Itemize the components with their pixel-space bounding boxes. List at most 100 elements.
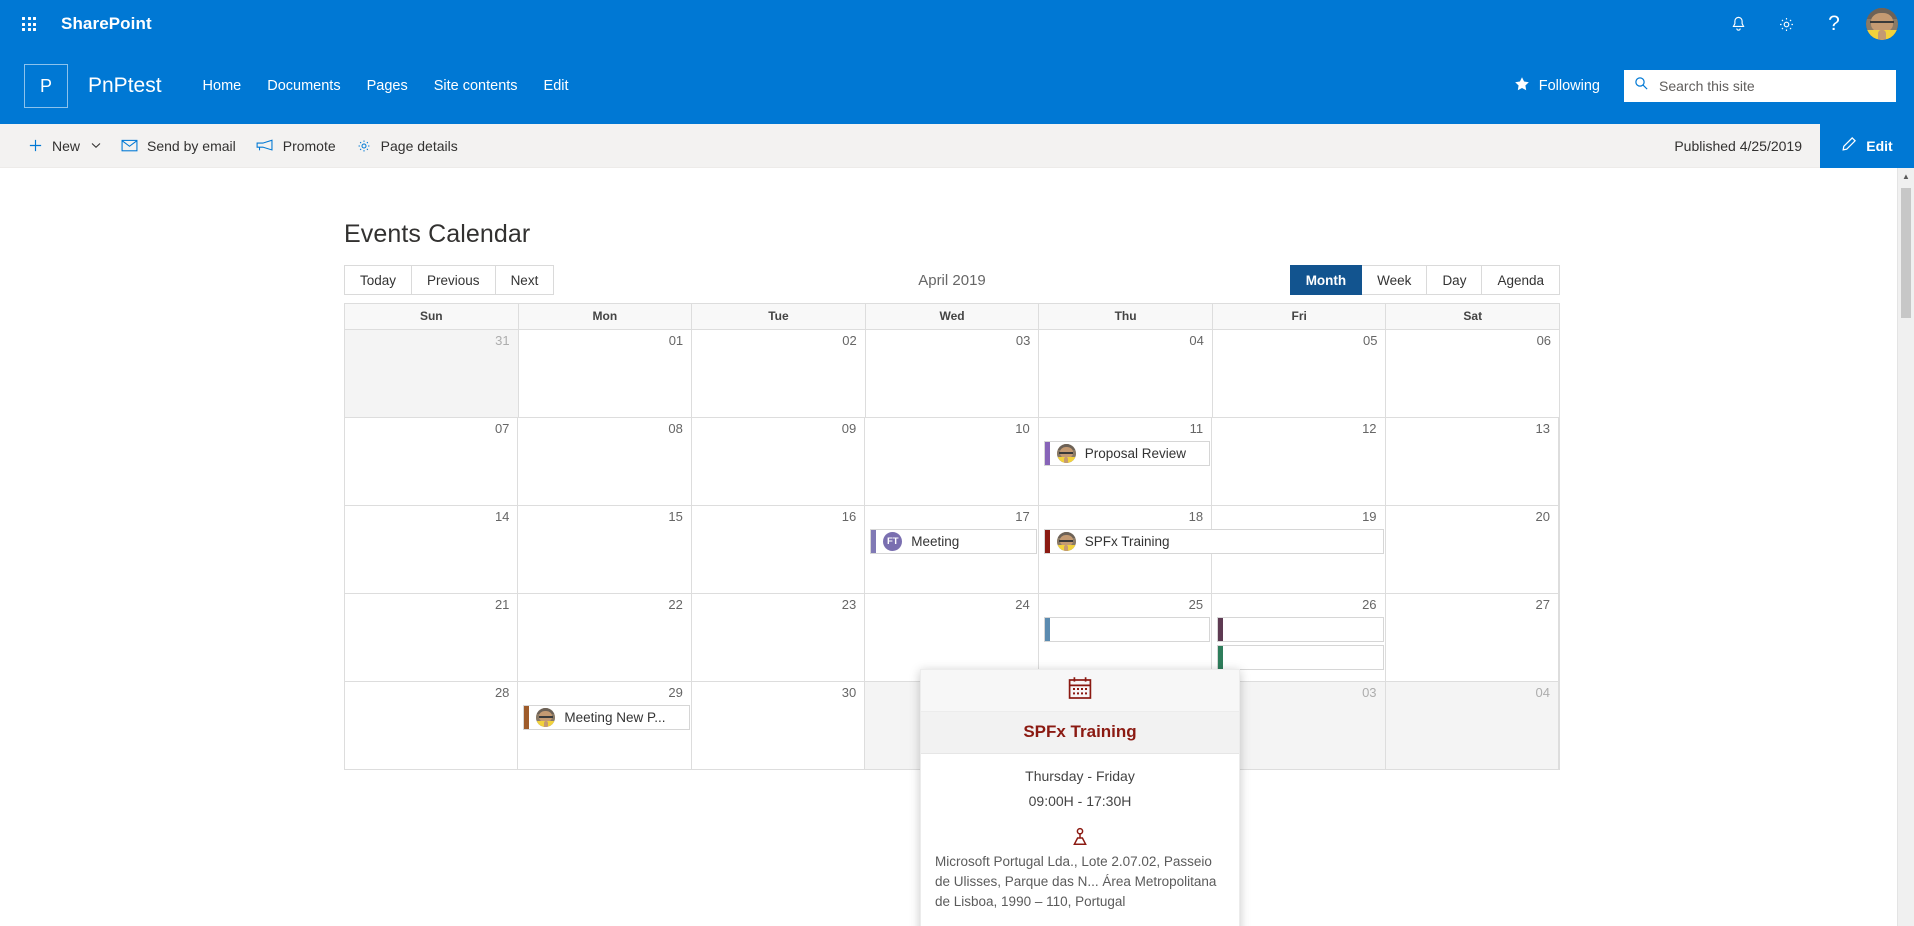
site-title[interactable]: PnPtest — [88, 74, 162, 98]
promote-button[interactable]: Promote — [246, 132, 346, 160]
calendar-day-cell[interactable]: 30 — [691, 682, 866, 770]
calendar-day-number: 17 — [1015, 509, 1030, 524]
calendar-event-blue-event-thu-25[interactable] — [1043, 617, 1211, 642]
suite-bar: SharePoint ? — [0, 0, 1914, 48]
calendar-day-cell[interactable]: 28 — [345, 682, 519, 770]
calendar-day-cell[interactable]: 23 — [691, 594, 866, 682]
search-icon — [1634, 76, 1649, 96]
calendar-event-meeting[interactable]: FT Meeting — [870, 529, 1037, 554]
page-details-label: Page details — [380, 137, 458, 154]
calendar-view-buttons: Month Week Day Agenda — [1289, 265, 1560, 295]
site-nav-item-documents[interactable]: Documents — [254, 70, 353, 102]
calendar-day-cell[interactable]: 16 — [691, 506, 866, 594]
tab-day[interactable]: Day — [1427, 265, 1483, 295]
gear-icon[interactable] — [1762, 0, 1810, 48]
weekday-header-sat: Sat — [1386, 304, 1560, 330]
plus-icon — [28, 138, 43, 153]
calendar-day-number: 04 — [1535, 685, 1550, 700]
calendar-day-number: 26 — [1362, 597, 1377, 612]
send-by-email-label: Send by email — [147, 137, 236, 154]
calendar-day-cell[interactable]: 09 — [691, 418, 866, 506]
calendar-day-cell[interactable]: 13 — [1385, 418, 1559, 506]
calendar-day-number: 30 — [841, 685, 857, 700]
calendar-weekday-header: Sun Mon Tue Wed Thu Fri Sat — [345, 304, 1560, 330]
page-details-button[interactable]: Page details — [346, 132, 468, 160]
bell-icon[interactable] — [1714, 0, 1762, 48]
page-title: Events Calendar — [344, 220, 531, 248]
event-color-accent — [524, 706, 530, 729]
calendar-day-cell[interactable]: 08 — [518, 418, 692, 506]
calendar-event-spfx-training[interactable]: SPFx Training — [1043, 529, 1384, 554]
tab-agenda[interactable]: Agenda — [1482, 265, 1560, 295]
calendar-day-cell[interactable]: 15 — [518, 506, 692, 594]
calendar-toolbar: Today Previous Next April 2019 Month Wee… — [344, 265, 1560, 295]
star-icon — [1514, 76, 1530, 96]
calendar-day-number: 12 — [1362, 421, 1377, 436]
weekday-header-mon: Mon — [518, 304, 693, 330]
event-color-accent — [1044, 530, 1050, 553]
site-logo[interactable]: P — [24, 64, 68, 108]
calendar-day-cell[interactable]: 10 — [865, 418, 1039, 506]
calendar-day-number: 08 — [668, 421, 683, 436]
site-nav-item-site-contents[interactable]: Site contents — [421, 70, 531, 102]
tab-week[interactable]: Week — [1362, 265, 1428, 295]
site-nav-item-pages[interactable]: Pages — [354, 70, 421, 102]
help-question-icon[interactable]: ? — [1810, 0, 1858, 48]
calendar-day-cell[interactable]: 22 — [518, 594, 692, 682]
new-button-label: New — [52, 137, 81, 154]
calendar-day-cell[interactable]: 21 — [345, 594, 519, 682]
help-glyph: ? — [1828, 12, 1840, 35]
calendar-day-number: 24 — [1015, 597, 1030, 612]
calendar-day-cell[interactable]: 27 — [1385, 594, 1559, 682]
calendar-day-cell[interactable]: 20 — [1385, 506, 1559, 594]
command-bar: New Send by email Promote Page details P… — [0, 123, 1914, 168]
site-header: P PnPtest Home Documents Pages Site cont… — [0, 48, 1914, 124]
scroll-up-arrow-icon[interactable]: ▲ — [1898, 168, 1914, 185]
calendar-day-cell[interactable]: 03 — [865, 330, 1040, 418]
suite-brand-sharepoint[interactable]: SharePoint — [61, 14, 152, 34]
search-input[interactable] — [1659, 78, 1886, 94]
send-by-email-button[interactable]: Send by email — [111, 132, 246, 160]
vertical-scrollbar[interactable]: ▲ ▼ — [1897, 168, 1914, 926]
event-details-callout: SPFx Training Thursday - Friday 09:00H -… — [920, 669, 1240, 926]
calendar-day-cell[interactable]: 04 — [1039, 330, 1213, 418]
calendar-week-row: 14 15 16 17 18 19 20 FT Meeting SPFx Training — [345, 506, 1559, 594]
calendar-day-number: 02 — [842, 333, 857, 348]
calendar-day-cell[interactable]: 12 — [1212, 418, 1386, 506]
suite-bar-actions: ? — [1714, 0, 1900, 48]
app-launcher-waffle-icon[interactable] — [14, 9, 44, 39]
site-nav-item-home[interactable]: Home — [190, 70, 255, 102]
search-box[interactable] — [1624, 70, 1896, 102]
calendar-day-number: 27 — [1535, 597, 1550, 612]
callout-owner: João José Mendes event owner — [921, 918, 1239, 926]
calendar-day-cell[interactable]: 31 — [345, 330, 519, 418]
calendar-day-number: 21 — [494, 597, 510, 612]
calendar-event-purple-event-fri-26[interactable] — [1217, 617, 1384, 642]
command-bar-right: Published 4/25/2019 Edit — [1674, 123, 1914, 168]
calendar-day-cell[interactable]: 05 — [1212, 330, 1387, 418]
gear-icon — [356, 138, 372, 154]
calendar-event-green-event-fri-26[interactable] — [1217, 645, 1384, 670]
edit-button[interactable]: Edit — [1820, 123, 1914, 168]
calendar-day-cell[interactable]: 02 — [692, 330, 866, 418]
calendar-day-cell[interactable]: 01 — [518, 330, 693, 418]
calendar-day-cell[interactable]: 07 — [345, 418, 519, 506]
new-button[interactable]: New — [18, 132, 111, 160]
tab-month[interactable]: Month — [1289, 265, 1363, 295]
following-button[interactable]: Following — [1514, 76, 1600, 96]
calendar-event-proposal-review[interactable]: Proposal Review — [1043, 441, 1211, 466]
scrollbar-thumb[interactable] — [1901, 188, 1911, 318]
promote-label: Promote — [282, 137, 336, 154]
calendar-day-number: 09 — [841, 421, 857, 436]
calendar-event-meeting-new-project[interactable]: Meeting New P... — [523, 705, 690, 730]
site-nav-item-edit[interactable]: Edit — [531, 70, 582, 102]
user-avatar[interactable] — [1866, 8, 1898, 40]
callout-days: Thursday - Friday — [1025, 768, 1135, 784]
callout-location: Microsoft Portugal Lda., Lote 2.07.02, P… — [935, 854, 1217, 909]
calendar-day-cell[interactable]: 14 — [345, 506, 519, 594]
calendar-day-number: 07 — [494, 421, 510, 436]
event-title: Meeting — [911, 534, 960, 549]
calendar-day-cell[interactable]: 06 — [1386, 330, 1560, 418]
calendar-day-cell[interactable]: 04 — [1385, 682, 1559, 770]
event-color-accent — [1044, 442, 1050, 465]
